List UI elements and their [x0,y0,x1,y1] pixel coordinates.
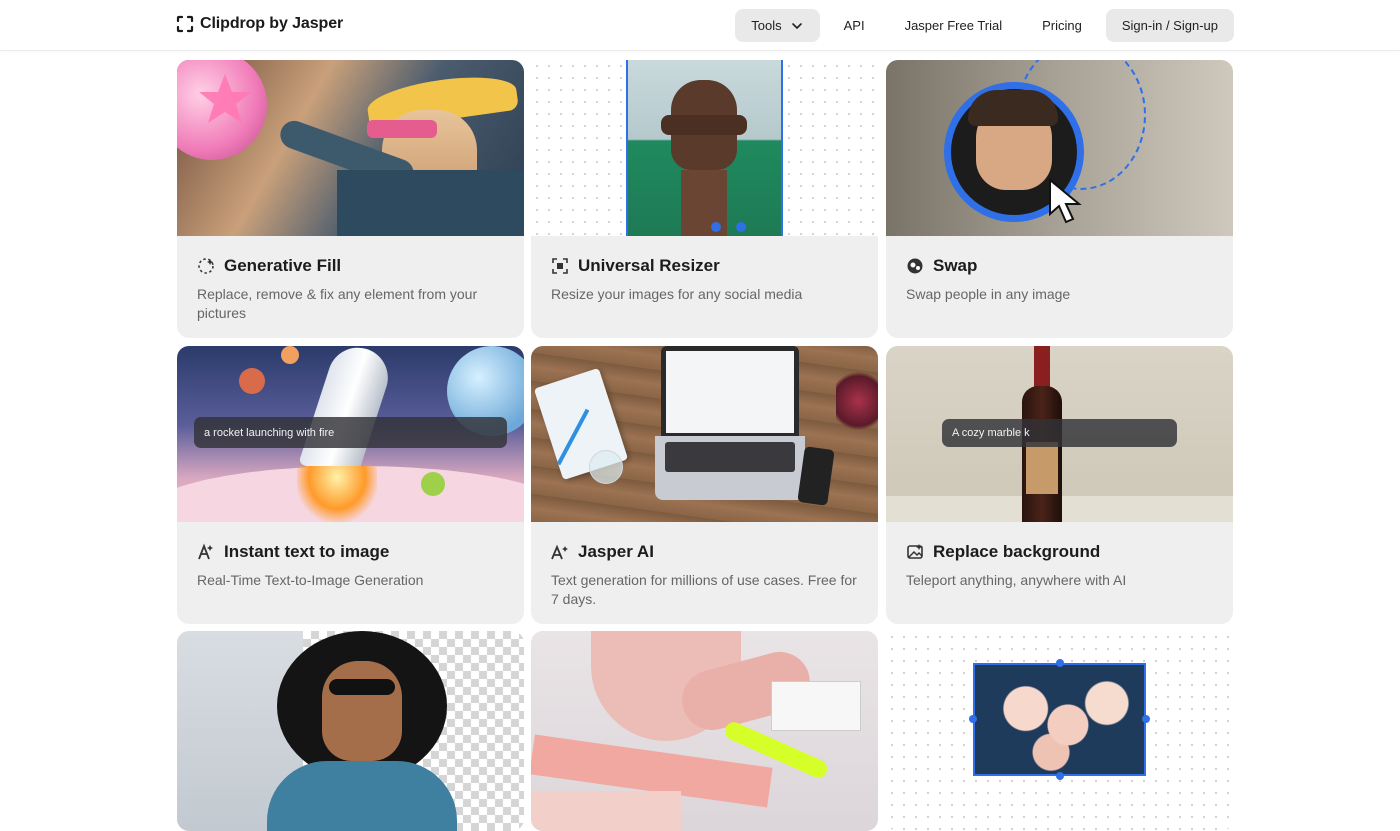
pricing-link[interactable]: Pricing [1026,9,1098,42]
tool-card-generative-fill[interactable]: Generative Fill Replace, remove & fix an… [177,60,524,338]
brand-logo[interactable]: Clipdrop by Jasper [176,15,343,33]
sparkle-circle-icon [197,257,215,275]
card-title: Replace background [933,542,1101,561]
prompt-text: a rocket launching with fire [204,426,335,439]
resize-icon [551,257,569,275]
api-link[interactable]: API [828,9,881,42]
chevron-down-icon [791,22,802,29]
top-navigation-bar: Clipdrop by Jasper Tools API Jasper Free… [0,0,1400,51]
swap-faces-icon [906,257,924,275]
replace-background-thumbnail: A cozy marble k [886,346,1233,522]
card-title: Jasper AI [578,542,654,561]
swap-thumbnail [886,60,1233,236]
text-to-image-icon [197,543,215,561]
card-title: Generative Fill [224,256,342,275]
card-title: Universal Resizer [578,256,720,275]
clipdrop-logo-icon [176,15,194,33]
card-title: Instant text to image [224,542,390,561]
generative-fill-thumbnail [177,60,524,236]
tool-card-image-upscaler[interactable] [886,631,1233,831]
card-description: Text generation for millions of use case… [551,572,857,607]
tool-card-instant-text-to-image[interactable]: a rocket launching with fire Instant tex… [177,346,524,624]
tool-card-remove-background[interactable] [177,631,524,831]
tool-card-replace-background[interactable]: A cozy marble k Replace background Telep… [886,346,1233,624]
jasper-ai-thumbnail [531,346,878,522]
tools-menu-label: Tools [751,18,782,33]
sign-in-button[interactable]: Sign-in / Sign-up [1105,9,1234,42]
tool-card-cleanup[interactable] [531,631,878,831]
instant-text-to-image-thumbnail: a rocket launching with fire [177,346,524,522]
remove-background-thumbnail [177,631,524,831]
tool-card-universal-resizer[interactable]: Universal Resizer Resize your images for… [531,60,878,338]
cleanup-thumbnail [531,631,878,831]
jasper-ai-icon [551,543,569,561]
card-title: Swap [933,256,978,275]
brand-name: Clipdrop by Jasper [200,15,344,32]
card-description: Teleport anything, anywhere with AI [906,572,1127,588]
tools-menu-button[interactable]: Tools [735,9,820,42]
prompt-text: A cozy marble k [952,427,1030,439]
jasper-free-trial-link[interactable]: Jasper Free Trial [889,9,1019,42]
card-description: Resize your images for any social media [551,286,803,302]
image-upscaler-thumbnail [886,631,1233,831]
prompt-input-preview: a rocket launching with fire [194,417,507,448]
main-nav: Tools API Jasper Free Trial Pricing Sign… [735,9,1234,42]
universal-resizer-thumbnail [531,60,878,236]
card-description: Real-Time Text-to-Image Generation [197,572,424,588]
replace-background-icon [906,543,924,561]
tool-card-jasper-ai[interactable]: Jasper AI Text generation for millions o… [531,346,878,624]
card-description: Replace, remove & fix any element from y… [197,286,478,321]
prompt-input-preview: A cozy marble k [942,419,1177,447]
tool-card-swap[interactable]: Swap Swap people in any image [886,60,1233,338]
card-description: Swap people in any image [906,286,1071,302]
